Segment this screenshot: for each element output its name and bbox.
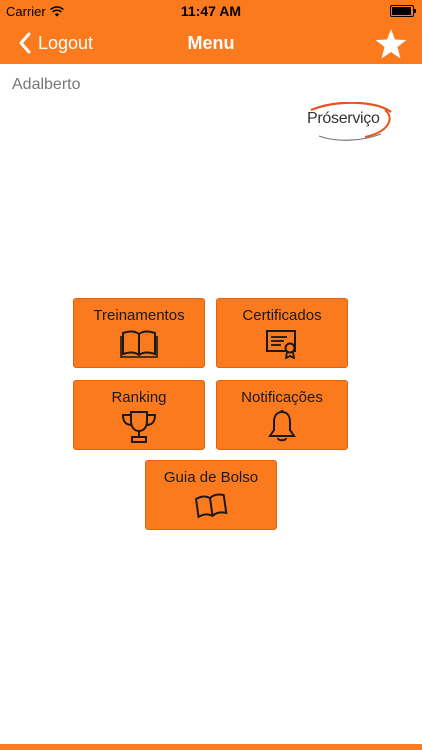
pocket-book-icon xyxy=(194,493,228,519)
tile-label-notificacoes: Notificações xyxy=(241,389,323,406)
trophy-icon xyxy=(121,411,157,443)
proservico-logo: Próserviço xyxy=(305,102,397,144)
tile-label-ranking: Ranking xyxy=(111,389,167,406)
logo-text: Próserviço xyxy=(307,110,380,127)
tile-ranking[interactable]: Ranking xyxy=(73,380,205,450)
bell-icon xyxy=(268,410,296,442)
tile-guia-de-bolso[interactable]: Guia de Bolso xyxy=(145,460,277,530)
status-bar: Carrier 11:47 AM xyxy=(0,0,422,22)
tile-label-guia-de-bolso: Guia de Bolso xyxy=(163,469,259,486)
open-book-icon xyxy=(120,330,158,358)
tile-treinamentos[interactable]: Treinamentos xyxy=(73,298,205,368)
star-icon[interactable] xyxy=(374,28,408,60)
tile-certificados[interactable]: Certificados xyxy=(216,298,348,368)
page-title: Menu xyxy=(187,33,235,53)
status-time: 11:47 AM xyxy=(180,3,242,19)
tile-label-treinamentos: Treinamentos xyxy=(93,307,185,324)
tile-notificacoes[interactable]: Notificações xyxy=(216,380,348,450)
bottom-bar xyxy=(0,744,422,750)
battery-icon xyxy=(390,5,416,17)
tile-label-certificados: Certificados xyxy=(242,307,322,324)
navigation-bar: Carrier 11:47 AM Logout Menu xyxy=(0,0,422,64)
certificate-icon xyxy=(266,330,296,359)
user-name: Adalberto xyxy=(12,76,81,93)
